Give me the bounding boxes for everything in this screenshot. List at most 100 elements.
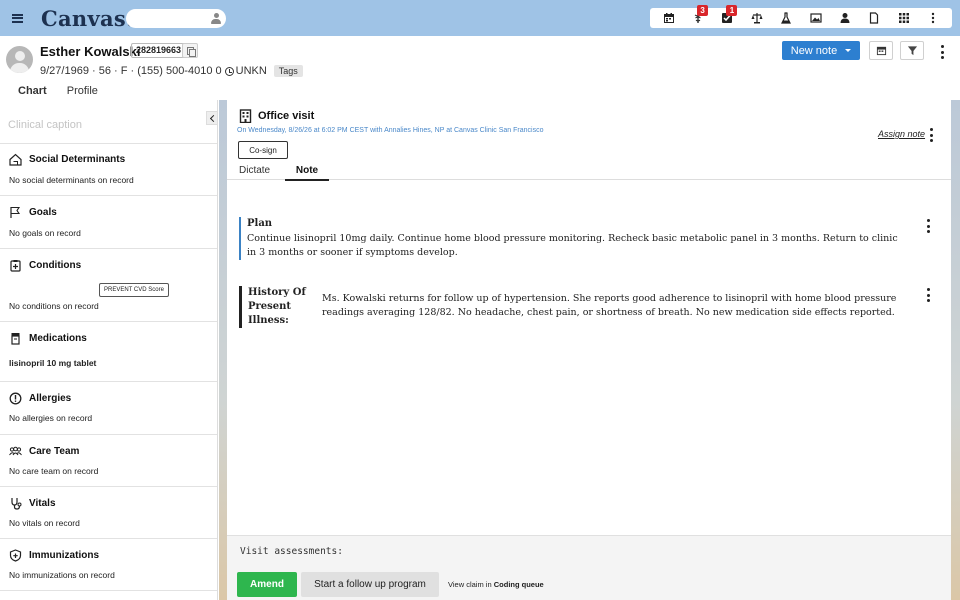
patient-demographics: 9/27/1969 · 56 · F · (155) 500-4010 0 UN…	[40, 65, 303, 77]
section-conditions[interactable]: Conditions PREVENT CVD Score No conditio…	[0, 249, 217, 322]
calendar-icon	[876, 46, 886, 56]
menu-icon[interactable]	[2, 0, 32, 36]
more-icon[interactable]	[926, 11, 940, 25]
section-body: No vitals on record	[9, 518, 80, 528]
scale-icon[interactable]	[750, 11, 764, 25]
chevron-down-icon	[845, 49, 852, 52]
building-icon	[239, 109, 252, 123]
tab-note[interactable]: Note	[285, 165, 329, 181]
view-claim-prefix: View claim in	[448, 580, 492, 589]
section-body: No social determinants on record	[9, 175, 134, 185]
section-header: Conditions	[0, 249, 217, 272]
visit-assessments-label: Visit assessments:	[240, 546, 343, 557]
inbox-badge: 1	[726, 5, 738, 16]
patient-name: Esther Kowalski	[40, 44, 141, 59]
calendar-icon[interactable]	[662, 11, 676, 25]
clipboard-plus-icon	[10, 260, 21, 272]
app-logo[interactable]: Canvas:	[41, 6, 134, 31]
section-body: No immunizations on record	[9, 570, 115, 580]
section-header: Care Team	[0, 435, 217, 458]
calendar-button[interactable]	[869, 41, 893, 60]
assign-note-link[interactable]: Assign note	[878, 129, 925, 139]
grid-icon[interactable]	[897, 11, 911, 25]
section-social-determinants[interactable]: Social Determinants No social determinan…	[0, 144, 217, 196]
note-tabs: Dictate Note	[227, 162, 951, 181]
demographics-text: 9/27/1969 · 56 · F · (155) 500-4010 0	[40, 65, 222, 77]
section-title: Goals	[29, 207, 57, 218]
clinical-caption-field[interactable]: Clinical caption	[0, 100, 217, 144]
plan-label: Plan	[247, 218, 273, 229]
new-note-button[interactable]: New note	[782, 41, 860, 60]
toolbar: 3 1	[650, 5, 952, 28]
stethoscope-icon	[11, 498, 22, 510]
note-footer: Visit assessments: Amend Start a follow …	[227, 535, 951, 600]
alert-icon	[9, 392, 22, 405]
person-icon	[211, 13, 221, 24]
note-panel: Office visit On Wednesday, 8/26/26 at 6:…	[227, 100, 951, 600]
patient-header: Esther Kowalski 282819663 9/27/1969 · 56…	[0, 36, 960, 102]
copy-icon[interactable]	[182, 43, 198, 58]
house-icon	[9, 153, 22, 166]
section-care-team[interactable]: Care Team No care team on record	[0, 435, 217, 487]
image-icon[interactable]	[809, 11, 823, 25]
background-gutter	[219, 100, 227, 600]
section-title: Vitals	[29, 498, 56, 509]
section-header: Goals	[0, 196, 217, 219]
background-gutter	[951, 100, 960, 600]
section-header: Allergies	[0, 382, 217, 405]
document-icon[interactable]	[867, 11, 881, 25]
section-body: No care team on record	[9, 466, 99, 476]
caduceus-icon[interactable]: 3	[691, 5, 709, 25]
clock-icon	[224, 66, 234, 76]
hpi-more-icon[interactable]	[926, 288, 930, 302]
group-icon	[9, 446, 22, 456]
section-header: Immunizations	[0, 539, 217, 562]
person-icon[interactable]	[838, 11, 852, 25]
flask-icon[interactable]	[779, 11, 793, 25]
hpi-label: History Of Present Illness:	[248, 287, 306, 326]
flag-icon	[10, 206, 21, 218]
coding-queue-link[interactable]: Coding queue	[494, 580, 544, 589]
section-header: Social Determinants	[0, 144, 217, 166]
shield-plus-icon	[9, 549, 22, 562]
tasks-badge: 3	[697, 5, 709, 16]
section-goals[interactable]: Goals No goals on record	[0, 196, 217, 249]
section-title: Medications	[29, 333, 87, 344]
view-claim-text: View claim in Coding queue	[448, 580, 544, 589]
plan-more-icon[interactable]	[926, 219, 930, 233]
plan-text: Continue lisinopril 10mg daily. Continue…	[247, 233, 898, 258]
filter-icon	[907, 46, 917, 56]
section-body: No conditions on record	[9, 301, 99, 311]
pill-bottle-icon	[11, 333, 20, 345]
note-more-icon[interactable]	[929, 128, 933, 142]
avatar	[6, 46, 33, 73]
section-header: Vitals	[0, 487, 217, 510]
section-vitals[interactable]: Vitals No vitals on record	[0, 487, 217, 539]
filter-button[interactable]	[900, 41, 924, 60]
checkbox-icon[interactable]: 1	[720, 5, 738, 25]
plan-command[interactable]: Plan Continue lisinopril 10mg daily. Con…	[239, 217, 909, 260]
section-title: Immunizations	[29, 550, 100, 561]
section-body: lisinopril 10 mg tablet	[9, 358, 97, 368]
section-medications[interactable]: Medications lisinopril 10 mg tablet	[0, 322, 217, 382]
hpi-command[interactable]: History Of Present Illness: Ms. Kowalski…	[239, 286, 909, 328]
timezone-text: UNKN	[235, 65, 267, 77]
start-follow-up-button[interactable]: Start a follow up program	[301, 572, 439, 597]
top-bar: Canvas: 3 1	[0, 0, 960, 36]
hpi-text: Ms. Kowalski returns for follow up of hy…	[322, 293, 897, 318]
section-immunizations[interactable]: Immunizations No immunizations on record	[0, 539, 217, 591]
section-body: No goals on record	[9, 228, 81, 238]
note-subtitle[interactable]: On Wednesday, 8/26/26 at 6:02 PM CEST wi…	[237, 127, 543, 134]
section-allergies[interactable]: Allergies No allergies on record	[0, 382, 217, 435]
prevent-cvd-score-button[interactable]: PREVENT CVD Score	[99, 283, 169, 297]
tags-button[interactable]: Tags	[273, 65, 303, 77]
co-sign-button[interactable]: Co-sign	[238, 141, 288, 159]
patient-mrn: 282819663	[131, 43, 187, 58]
section-title: Conditions	[29, 260, 82, 271]
clinical-caption-placeholder: Clinical caption	[8, 119, 82, 131]
amend-button[interactable]: Amend	[237, 572, 297, 597]
header-more-icon[interactable]	[940, 45, 944, 59]
collapse-sidebar-icon[interactable]	[206, 111, 217, 125]
patient-search-input[interactable]	[126, 9, 226, 28]
tab-dictate[interactable]: Dictate	[239, 165, 270, 176]
